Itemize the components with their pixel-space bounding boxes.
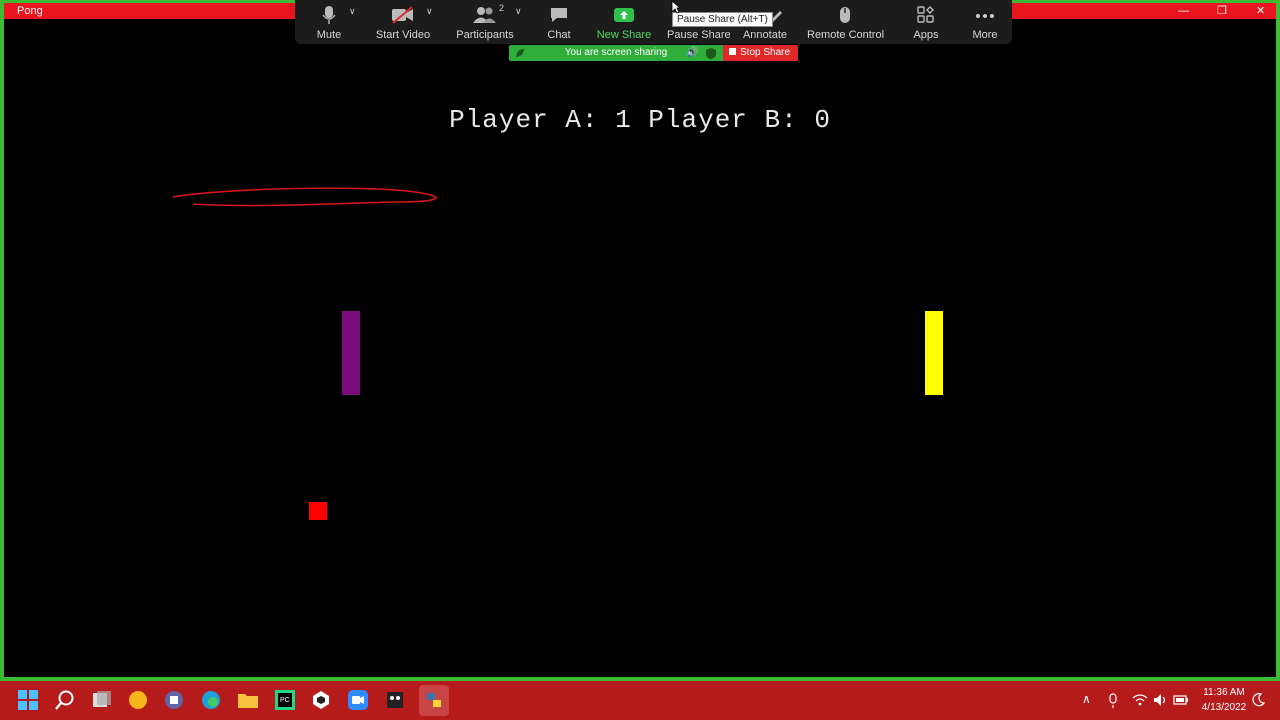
- new-share-label: New Share: [596, 29, 652, 41]
- new-share-button[interactable]: New Share: [595, 0, 653, 44]
- clock-time: 11:36 AM: [1203, 687, 1245, 698]
- paddle-player-a: [342, 311, 360, 395]
- system-clock[interactable]: 11:36 AM 4/13/2022: [1194, 685, 1254, 715]
- battery-icon[interactable]: [1173, 693, 1189, 707]
- stop-square-icon: [729, 48, 736, 55]
- start-video-label: Start Video: [375, 29, 431, 41]
- ellipsis-icon: [976, 14, 994, 18]
- file-explorer-icon[interactable]: [237, 689, 259, 711]
- windows-start-icon[interactable]: [17, 689, 39, 711]
- video-off-icon: [392, 6, 413, 24]
- tray-microphone-icon[interactable]: [1107, 693, 1119, 709]
- window-title: Pong: [17, 5, 43, 17]
- share-up-icon: [614, 8, 634, 22]
- pycharm-icon[interactable]: PC: [274, 689, 296, 711]
- clock-date: 4/13/2022: [1201, 702, 1247, 713]
- unity-icon[interactable]: [310, 689, 332, 711]
- mute-label: Mute: [316, 29, 342, 41]
- score-display: Player A: 1 Player B: 0: [449, 105, 831, 135]
- close-button[interactable]: ✕: [1256, 3, 1265, 19]
- remote-control-button[interactable]: Remote Control: [807, 0, 885, 44]
- chat-icon: [551, 8, 567, 22]
- more-button[interactable]: More: [967, 0, 1003, 44]
- volume-icon[interactable]: [1153, 693, 1169, 707]
- chrome-canary-icon[interactable]: [127, 689, 149, 711]
- participants-button[interactable]: 2 Participants: [455, 0, 515, 44]
- microphone-icon: [322, 6, 336, 24]
- pause-share-tooltip: Pause Share (Alt+T): [672, 12, 773, 27]
- participants-icon: [473, 7, 496, 23]
- minimize-button[interactable]: —: [1178, 3, 1189, 19]
- focus-assist-icon[interactable]: [1251, 693, 1265, 707]
- apps-button[interactable]: Apps: [907, 0, 945, 44]
- teams-icon[interactable]: [163, 689, 185, 711]
- pause-share-label: Pause Share: [667, 29, 731, 41]
- game-icon[interactable]: [384, 689, 406, 711]
- apps-label: Apps: [913, 29, 939, 41]
- mouse-icon: [840, 7, 850, 23]
- zoom-meeting-toolbar: Mute ∨ Start Video ∨ 2 Participants ∨ Ch…: [295, 0, 1012, 44]
- wifi-icon[interactable]: [1132, 693, 1148, 707]
- chat-button[interactable]: Chat: [539, 0, 579, 44]
- apps-icon: [917, 6, 934, 23]
- svg-text:PC: PC: [280, 697, 290, 704]
- participants-count: 2: [499, 3, 505, 13]
- screen-sharing-status: You are screen sharing 🔊: [509, 45, 723, 61]
- screen-sharing-bar: You are screen sharing 🔊 Stop Share: [509, 45, 798, 61]
- video-options-chevron-icon[interactable]: ∨: [426, 6, 433, 17]
- python-icon: [427, 693, 441, 707]
- annotation-scribble: [172, 187, 437, 207]
- stop-share-button[interactable]: Stop Share: [723, 45, 798, 61]
- zoom-icon[interactable]: [347, 689, 369, 711]
- remote-control-label: Remote Control: [807, 29, 885, 41]
- edge-icon[interactable]: [200, 689, 222, 711]
- task-view-icon[interactable]: [91, 689, 113, 711]
- start-video-button[interactable]: Start Video: [375, 0, 431, 44]
- more-label: More: [972, 29, 998, 41]
- speaker-icon: 🔊: [686, 47, 699, 58]
- search-icon[interactable]: [54, 689, 76, 711]
- stop-share-label: Stop Share: [740, 47, 791, 58]
- mute-button[interactable]: Mute: [309, 0, 349, 44]
- screen-sharing-text: You are screen sharing: [564, 47, 668, 58]
- windows-taskbar: PC ∧ 11:36 AM 4/13/2022: [0, 681, 1280, 720]
- shield-icon: [706, 48, 716, 59]
- restore-button[interactable]: ❐: [1217, 3, 1227, 19]
- ball: [309, 502, 327, 520]
- mouse-cursor-icon: [671, 0, 681, 14]
- paddle-player-b: [925, 311, 943, 395]
- annotate-label: Annotate: [742, 29, 788, 41]
- participants-label: Participants: [456, 29, 514, 41]
- chat-label: Chat: [547, 29, 571, 41]
- mute-options-chevron-icon[interactable]: ∨: [349, 6, 356, 17]
- python-app-active[interactable]: [419, 685, 449, 716]
- sharing-leaf-icon: [516, 49, 524, 57]
- participants-options-chevron-icon[interactable]: ∨: [515, 6, 522, 17]
